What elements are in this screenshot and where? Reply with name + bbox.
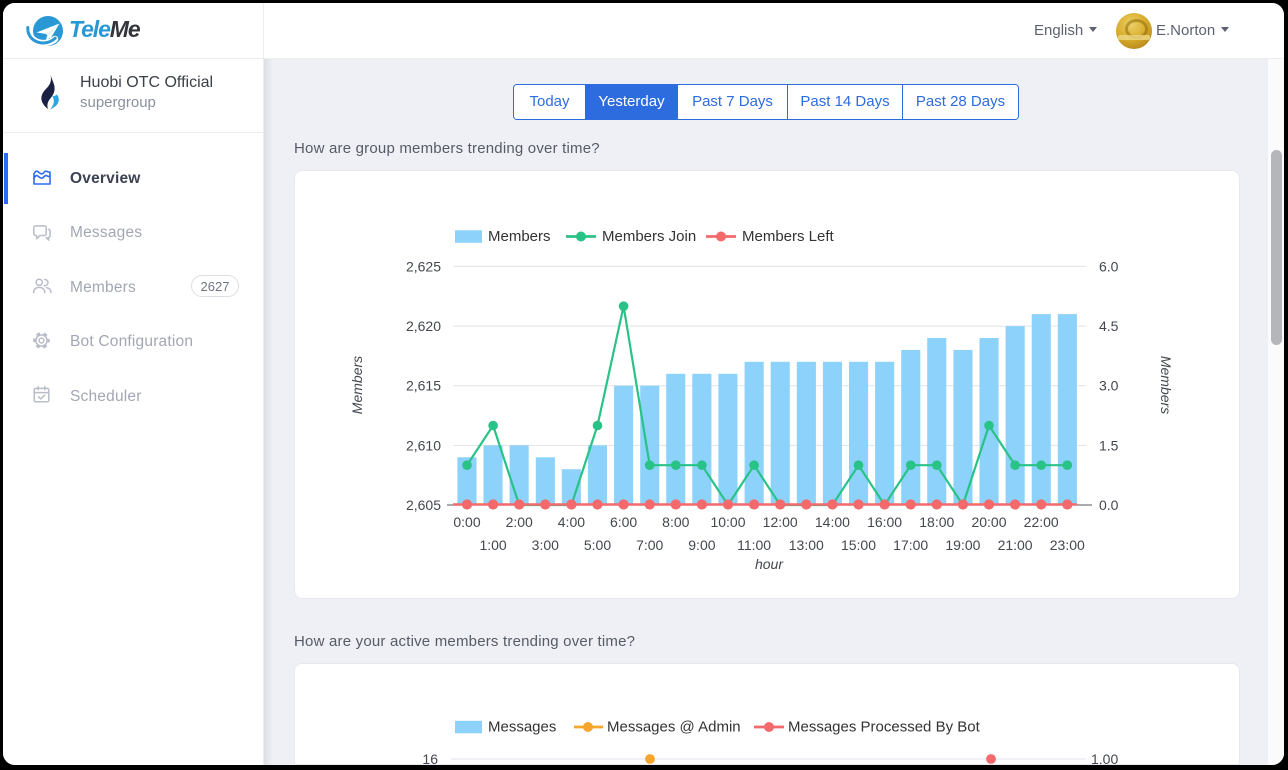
svg-text:1.5: 1.5: [1099, 437, 1119, 453]
svg-text:15:00: 15:00: [841, 537, 876, 553]
svg-text:Members Join: Members Join: [602, 228, 696, 245]
svg-text:0:00: 0:00: [453, 514, 480, 530]
svg-text:8:00: 8:00: [662, 514, 689, 530]
svg-text:13:00: 13:00: [789, 537, 824, 553]
svg-text:4:00: 4:00: [558, 514, 585, 530]
svg-text:5:00: 5:00: [584, 537, 611, 553]
svg-text:20:00: 20:00: [971, 514, 1006, 530]
svg-text:23:00: 23:00: [1050, 537, 1085, 553]
svg-text:Members Left: Members Left: [742, 228, 835, 245]
svg-text:10:00: 10:00: [710, 514, 745, 530]
svg-text:Messages: Messages: [488, 719, 556, 736]
svg-text:2,620: 2,620: [406, 318, 441, 334]
svg-text:22:00: 22:00: [1024, 514, 1059, 530]
svg-text:0.0: 0.0: [1099, 497, 1119, 513]
svg-text:Messages Processed By Bot: Messages Processed By Bot: [788, 719, 981, 736]
svg-text:2,615: 2,615: [406, 378, 441, 394]
svg-text:2,610: 2,610: [406, 437, 441, 453]
svg-text:3.0: 3.0: [1099, 378, 1119, 394]
svg-text:hour: hour: [755, 556, 784, 572]
svg-text:Members: Members: [488, 228, 551, 245]
svg-text:12:00: 12:00: [763, 514, 798, 530]
svg-text:16: 16: [422, 751, 438, 765]
svg-text:4.5: 4.5: [1099, 318, 1119, 334]
svg-text:17:00: 17:00: [893, 537, 928, 553]
svg-text:16:00: 16:00: [867, 514, 902, 530]
svg-text:2,605: 2,605: [406, 497, 441, 513]
svg-text:6:00: 6:00: [610, 514, 637, 530]
svg-text:Members: Members: [1158, 356, 1174, 414]
svg-text:Members: Members: [349, 356, 365, 414]
svg-text:3:00: 3:00: [532, 537, 559, 553]
svg-text:6.0: 6.0: [1099, 258, 1119, 274]
svg-text:7:00: 7:00: [636, 537, 663, 553]
svg-text:2:00: 2:00: [506, 514, 533, 530]
svg-text:21:00: 21:00: [998, 537, 1033, 553]
svg-text:Messages @ Admin: Messages @ Admin: [607, 719, 741, 736]
svg-text:9:00: 9:00: [688, 537, 715, 553]
svg-text:14:00: 14:00: [815, 514, 850, 530]
svg-text:11:00: 11:00: [737, 537, 771, 553]
svg-text:1:00: 1:00: [479, 537, 506, 553]
svg-text:19:00: 19:00: [945, 537, 980, 553]
svg-text:2,625: 2,625: [406, 258, 441, 274]
svg-text:18:00: 18:00: [919, 514, 954, 530]
svg-text:1.00: 1.00: [1091, 751, 1118, 765]
